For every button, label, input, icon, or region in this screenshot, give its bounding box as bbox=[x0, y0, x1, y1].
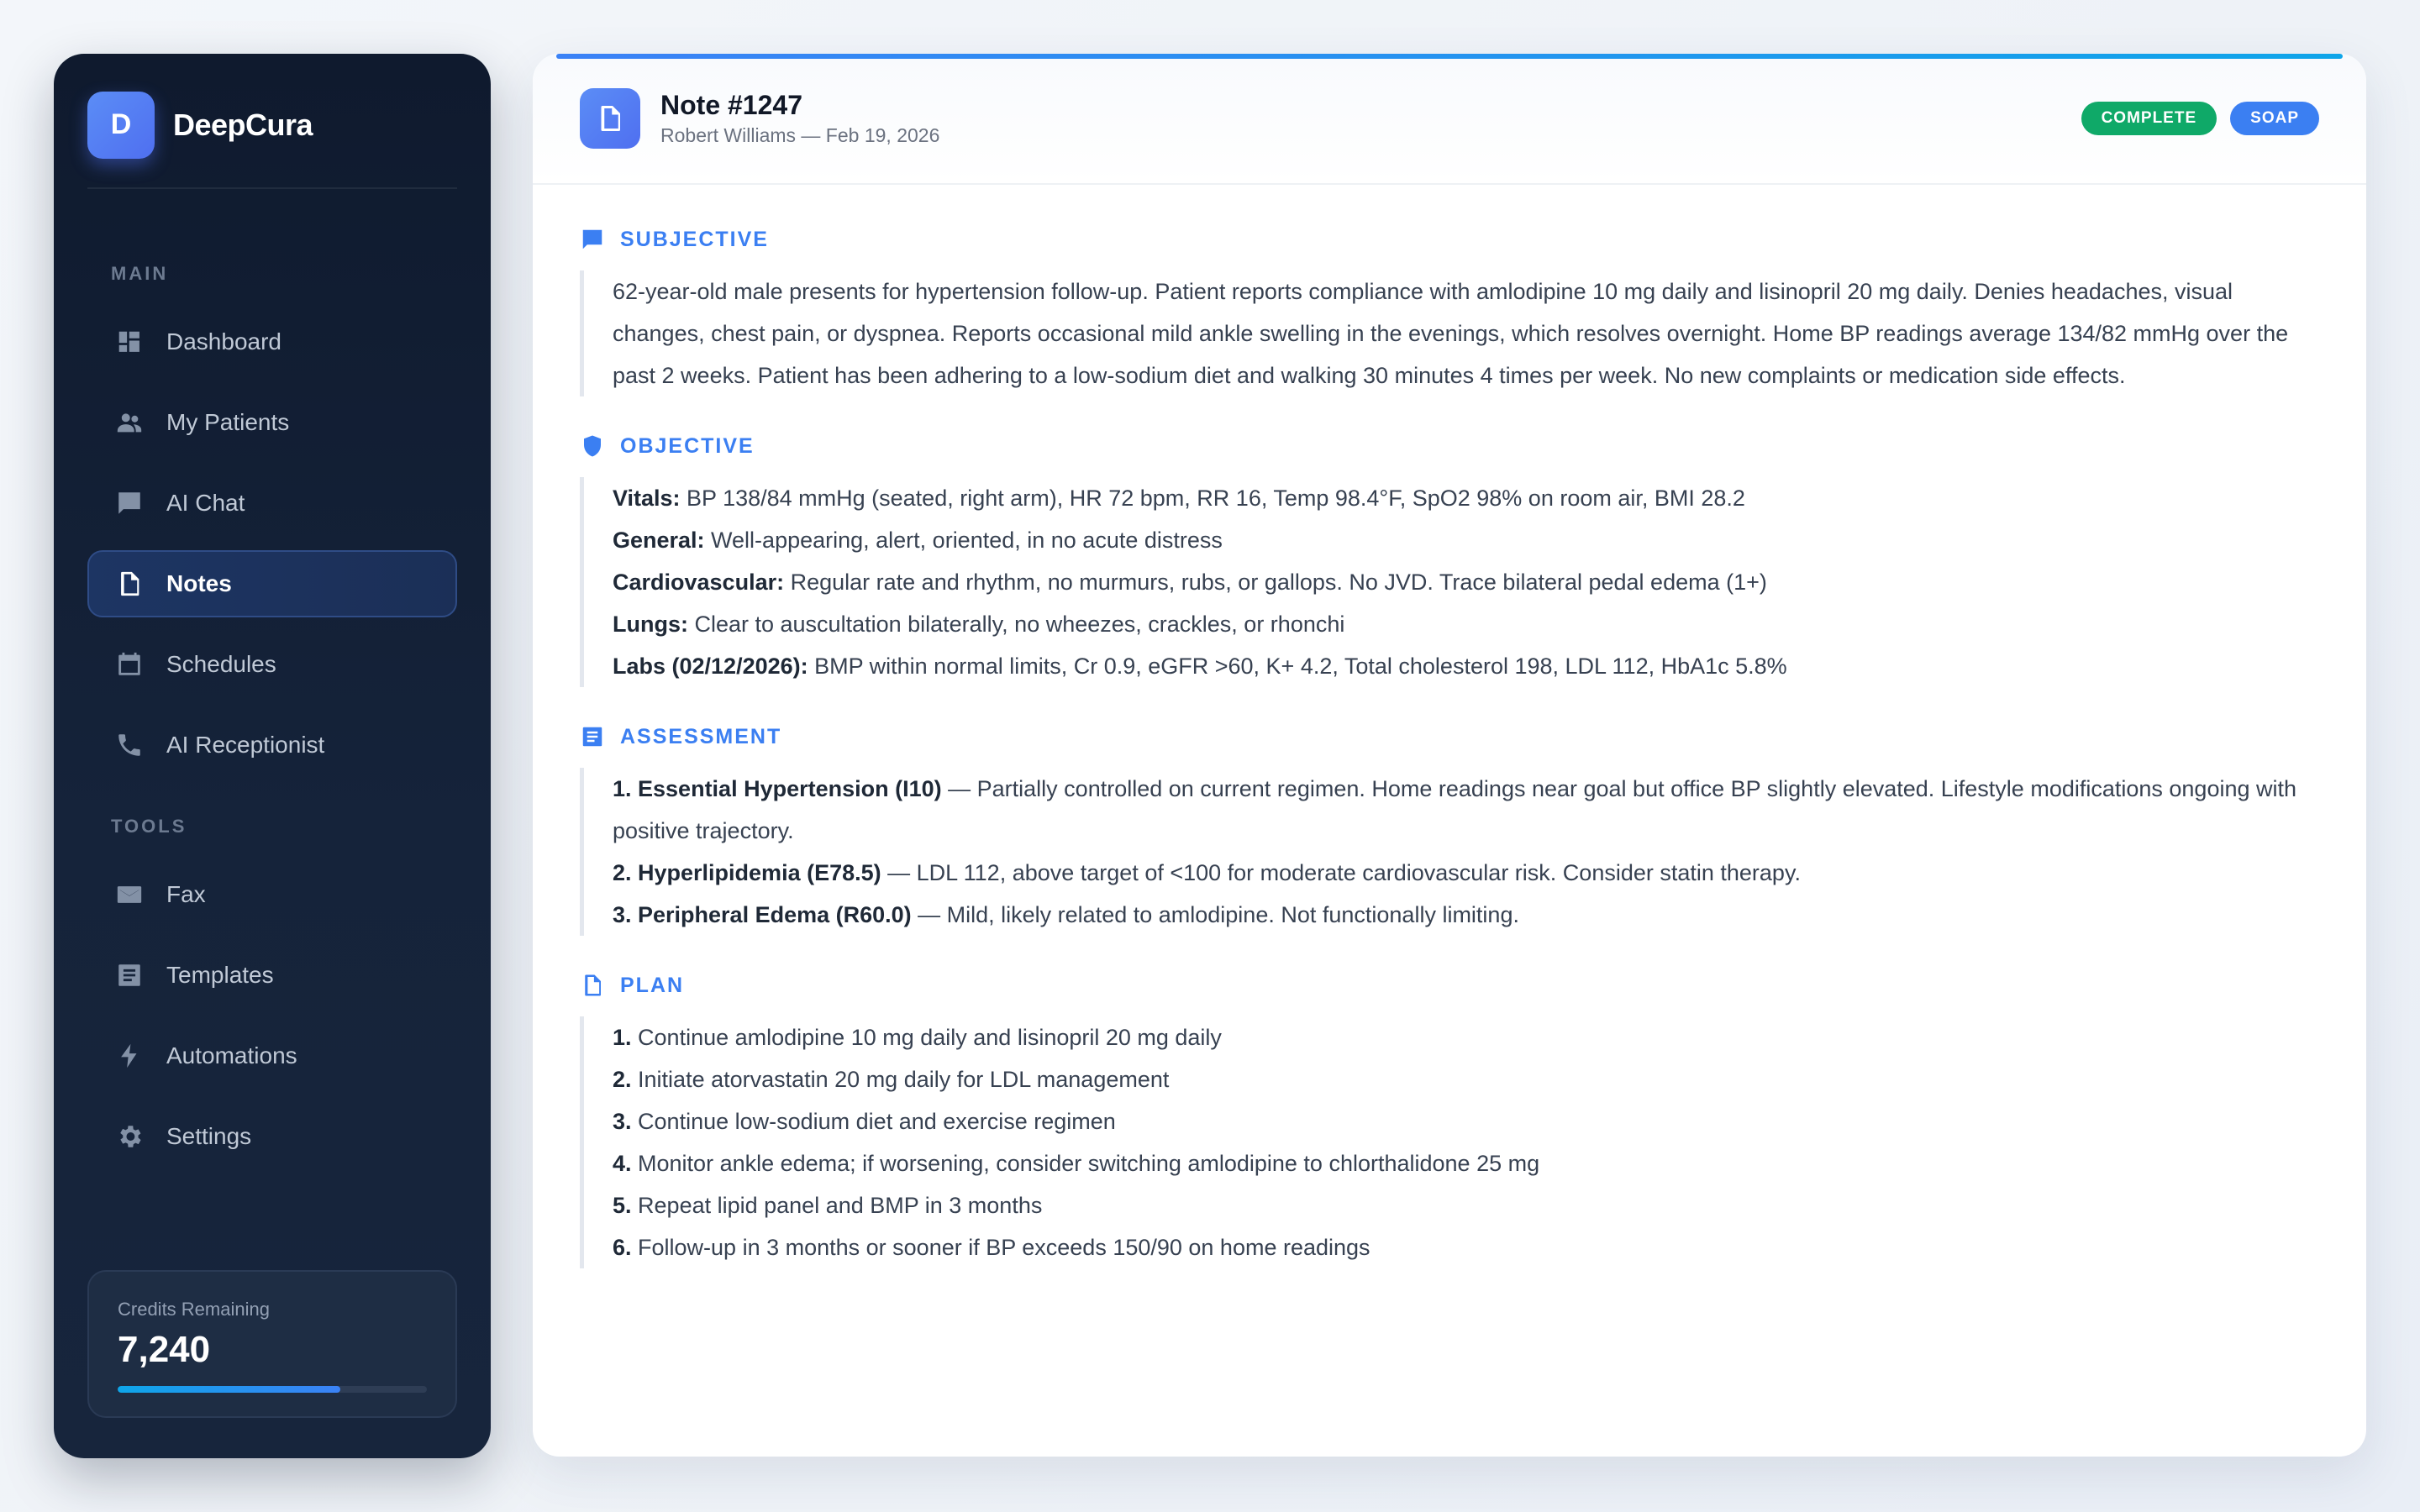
mail-icon bbox=[114, 879, 145, 910]
credits-label: Credits Remaining bbox=[118, 1299, 270, 1320]
sidebar-item-label: AI Chat bbox=[166, 490, 245, 516]
chat-icon bbox=[114, 488, 145, 518]
section-subjective: SUBJECTIVE 62-year-old male presents for… bbox=[580, 227, 2319, 396]
credits-progress-fill bbox=[118, 1386, 340, 1393]
section-assessment: ASSESSMENT 1. Essential Hypertension (I1… bbox=[580, 724, 2319, 936]
sidebar-item-label: Schedules bbox=[166, 651, 276, 677]
section-title: OBJECTIVE bbox=[620, 433, 755, 458]
list-item: General: Well-appearing, alert, oriented… bbox=[613, 528, 1223, 553]
brand-logo: D bbox=[87, 91, 155, 159]
sidebar-item-label: Templates bbox=[166, 962, 274, 988]
nav-section-tools-label: TOOLS bbox=[111, 816, 187, 837]
section-title: SUBJECTIVE bbox=[620, 227, 769, 251]
credits-progress-bar bbox=[118, 1386, 427, 1393]
note-header: Note #1247 Robert Williams — Feb 19, 202… bbox=[533, 54, 2366, 185]
calendar-icon bbox=[114, 649, 145, 680]
section-title: PLAN bbox=[620, 973, 685, 997]
brand[interactable]: D DeepCura bbox=[87, 54, 457, 189]
sidebar-item-schedules[interactable]: Schedules bbox=[87, 631, 457, 698]
sidebar-item-label: Automations bbox=[166, 1042, 297, 1068]
list-item: 1. Essential Hypertension (I10) — Partia… bbox=[613, 776, 2297, 843]
note-title: Note #1247 bbox=[660, 90, 802, 120]
list-item: 3. Continue low-sodium diet and exercise… bbox=[613, 1109, 1116, 1134]
list-item: 2. Hyperlipidemia (E78.5) — LDL 112, abo… bbox=[613, 860, 1801, 885]
sidebar-item-fax[interactable]: Fax bbox=[87, 861, 457, 928]
sidebar-item-label: AI Receptionist bbox=[166, 732, 325, 758]
document-icon bbox=[580, 88, 640, 149]
list-item: 4. Monitor ankle edema; if worsening, co… bbox=[613, 1151, 1540, 1176]
list-item: Labs (02/12/2026): BMP within normal lim… bbox=[613, 654, 1787, 679]
gear-icon bbox=[114, 1121, 145, 1152]
template-icon bbox=[114, 960, 145, 990]
document-icon bbox=[580, 973, 605, 998]
dashboard-icon bbox=[114, 327, 145, 357]
people-icon bbox=[114, 407, 145, 438]
note-body: SUBJECTIVE 62-year-old male presents for… bbox=[533, 185, 2366, 1268]
shield-icon bbox=[580, 433, 605, 459]
list-item: 1. Continue amlodipine 10 mg daily and l… bbox=[613, 1025, 1222, 1050]
sidebar-item-ai-receptionist[interactable]: AI Receptionist bbox=[87, 711, 457, 779]
sidebar-item-ai-chat[interactable]: AI Chat bbox=[87, 470, 457, 537]
section-title: ASSESSMENT bbox=[620, 724, 782, 748]
note-badges: COMPLETE SOAP bbox=[2081, 102, 2319, 135]
list-item: Cardiovascular: Regular rate and rhythm,… bbox=[613, 570, 1767, 595]
credits-value: 7,240 bbox=[118, 1329, 211, 1370]
brand-name: DeepCura bbox=[173, 107, 313, 142]
section-objective: OBJECTIVE Vitals: BP 138/84 mmHg (seated… bbox=[580, 433, 2319, 687]
sidebar-item-label: Fax bbox=[166, 881, 206, 907]
sidebar-item-automations[interactable]: Automations bbox=[87, 1022, 457, 1089]
card-accent-line bbox=[556, 54, 2343, 59]
list-item: 5. Repeat lipid panel and BMP in 3 month… bbox=[613, 1193, 1043, 1218]
sidebar-item-label: Settings bbox=[166, 1123, 252, 1149]
list-item: 3. Peripheral Edema (R60.0) — Mild, like… bbox=[613, 902, 1519, 927]
note-subtitle: Robert Williams — Feb 19, 2026 bbox=[660, 124, 940, 146]
sidebar-item-label: Dashboard bbox=[166, 328, 281, 354]
sidebar-item-label: Notes bbox=[166, 570, 232, 596]
sidebar-item-my-patients[interactable]: My Patients bbox=[87, 389, 457, 456]
bolt-icon bbox=[114, 1041, 145, 1071]
document-icon bbox=[114, 569, 145, 599]
section-text: 62-year-old male presents for hypertensi… bbox=[613, 279, 2289, 388]
note-type-badge: SOAP bbox=[2230, 102, 2319, 135]
sidebar: D DeepCura MAIN Dashboard My Patients AI… bbox=[54, 54, 491, 1458]
section-plan: PLAN 1. Continue amlodipine 10 mg daily … bbox=[580, 973, 2319, 1268]
sidebar-item-settings[interactable]: Settings bbox=[87, 1103, 457, 1170]
sidebar-item-templates[interactable]: Templates bbox=[87, 942, 457, 1009]
sidebar-item-label: My Patients bbox=[166, 409, 290, 435]
list-item: Lungs: Clear to auscultation bilaterally… bbox=[613, 612, 1345, 637]
phone-icon bbox=[114, 730, 145, 760]
list-item: Vitals: BP 138/84 mmHg (seated, right ar… bbox=[613, 486, 1745, 511]
note-card: Note #1247 Robert Williams — Feb 19, 202… bbox=[533, 54, 2366, 1457]
list-item: 2. Initiate atorvastatin 20 mg daily for… bbox=[613, 1067, 1170, 1092]
sidebar-item-dashboard[interactable]: Dashboard bbox=[87, 308, 457, 375]
list-item: 6. Follow-up in 3 months or sooner if BP… bbox=[613, 1235, 1370, 1260]
status-badge: COMPLETE bbox=[2081, 102, 2217, 135]
chat-icon bbox=[580, 227, 605, 252]
credits-panel: Credits Remaining 7,240 bbox=[87, 1270, 457, 1418]
nav-section-main-label: MAIN bbox=[111, 263, 169, 284]
list-icon bbox=[580, 724, 605, 749]
nav-tools: Fax Templates Automations Settings bbox=[87, 861, 457, 1170]
nav-main: Dashboard My Patients AI Chat Notes Sche… bbox=[87, 308, 457, 779]
sidebar-item-notes[interactable]: Notes bbox=[87, 550, 457, 617]
